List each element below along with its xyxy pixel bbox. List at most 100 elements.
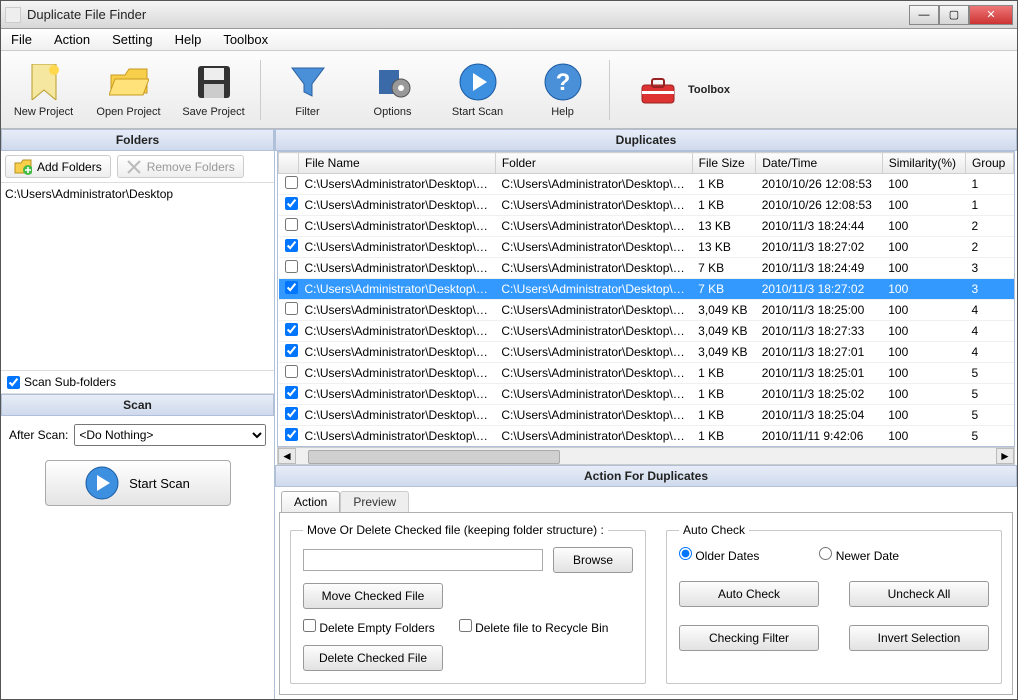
table-row[interactable]: C:\Users\Administrator\Desktop\co...C:\U… [279, 405, 1014, 426]
row-checkbox[interactable] [285, 197, 298, 210]
tool-options[interactable]: Options [350, 54, 435, 126]
cell-filesize: 13 KB [692, 216, 756, 237]
col-similarity[interactable]: Similarity(%) [882, 153, 965, 174]
table-row[interactable]: C:\Users\Administrator\Desktop\co...C:\U… [279, 426, 1014, 447]
button-label: Remove Folders [147, 160, 235, 174]
invert-selection-button[interactable]: Invert Selection [849, 625, 989, 651]
tool-toolbox[interactable]: Toolbox [614, 54, 754, 126]
browse-button[interactable]: Browse [553, 547, 633, 573]
scroll-left-icon[interactable]: ◄ [278, 448, 296, 464]
delete-recycle-checkbox[interactable] [459, 619, 472, 632]
cell-filename: C:\Users\Administrator\Desktop\ac... [299, 174, 496, 195]
minimize-button[interactable]: — [909, 5, 939, 25]
table-row[interactable]: C:\Users\Administrator\Desktop\co...C:\U… [279, 216, 1014, 237]
uncheck-all-button[interactable]: Uncheck All [849, 581, 989, 607]
menu-action[interactable]: Action [50, 30, 94, 49]
table-row[interactable]: C:\Users\Administrator\Desktop\co...C:\U… [279, 300, 1014, 321]
tool-label: Open Project [96, 106, 160, 118]
cell-group: 4 [965, 321, 1013, 342]
row-checkbox[interactable] [285, 344, 298, 357]
cell-group: 5 [965, 363, 1013, 384]
tool-save-project[interactable]: Save Project [171, 54, 256, 126]
row-checkbox[interactable] [285, 365, 298, 378]
col-datetime[interactable]: Date/Time [756, 153, 882, 174]
cell-folder: C:\Users\Administrator\Desktop\cod... [495, 363, 692, 384]
tool-label: New Project [14, 106, 73, 118]
menu-toolbox[interactable]: Toolbox [219, 30, 272, 49]
table-row[interactable]: C:\Users\Administrator\Desktop\co...C:\U… [279, 321, 1014, 342]
cell-filename: C:\Users\Administrator\Desktop\co... [299, 300, 496, 321]
newer-date-radio[interactable] [819, 547, 832, 560]
scan-header: Scan [1, 394, 274, 416]
tab-preview[interactable]: Preview [340, 491, 409, 512]
table-row[interactable]: C:\Users\Administrator\Desktop\co...C:\U… [279, 384, 1014, 405]
table-row[interactable]: C:\Users\Administrator\Desktop\co...C:\U… [279, 237, 1014, 258]
target-folder-input[interactable] [303, 549, 543, 571]
cell-filesize: 1 KB [692, 195, 756, 216]
table-row[interactable]: C:\Users\Administrator\Desktop\co...C:\U… [279, 258, 1014, 279]
auto-check-group: Auto Check Older Dates Newer Date Auto C… [666, 523, 1002, 684]
cell-similarity: 100 [882, 405, 965, 426]
row-checkbox[interactable] [285, 239, 298, 252]
delete-recycle-label: Delete file to Recycle Bin [459, 619, 609, 635]
cell-filename: C:\Users\Administrator\Desktop\co... [299, 237, 496, 258]
cell-group: 4 [965, 300, 1013, 321]
row-checkbox[interactable] [285, 428, 298, 441]
add-folders-button[interactable]: Add Folders [5, 155, 111, 178]
close-button[interactable]: ✕ [969, 5, 1013, 25]
tool-open-project[interactable]: Open Project [86, 54, 171, 126]
delete-checked-button[interactable]: Delete Checked File [303, 645, 443, 671]
toolbox-icon [638, 70, 678, 110]
cell-similarity: 100 [882, 384, 965, 405]
cell-filename: C:\Users\Administrator\Desktop\co... [299, 321, 496, 342]
folder-path[interactable]: C:\Users\Administrator\Desktop [5, 187, 270, 201]
row-checkbox[interactable] [285, 302, 298, 315]
table-row[interactable]: C:\Users\Administrator\Desktop\ac...C:\U… [279, 174, 1014, 195]
col-group[interactable]: Group [965, 153, 1013, 174]
older-dates-radio[interactable] [679, 547, 692, 560]
move-checked-button[interactable]: Move Checked File [303, 583, 443, 609]
row-checkbox[interactable] [285, 281, 298, 294]
col-folder[interactable]: Folder [495, 153, 692, 174]
tab-action[interactable]: Action [281, 491, 340, 512]
row-checkbox[interactable] [285, 218, 298, 231]
delete-empty-checkbox[interactable] [303, 619, 316, 632]
row-checkbox[interactable] [285, 260, 298, 273]
table-row[interactable]: C:\Users\Administrator\Desktop\co...C:\U… [279, 279, 1014, 300]
tool-new-project[interactable]: New Project [1, 54, 86, 126]
start-scan-button[interactable]: Start Scan [45, 460, 231, 506]
maximize-button[interactable]: ▢ [939, 5, 969, 25]
auto-check-button[interactable]: Auto Check [679, 581, 819, 607]
cell-filename: C:\Users\Administrator\Desktop\co... [299, 363, 496, 384]
scroll-right-icon[interactable]: ► [996, 448, 1014, 464]
scan-subfolders-checkbox[interactable] [7, 376, 20, 389]
horizontal-scrollbar[interactable]: ◄ ► [277, 447, 1015, 465]
checking-filter-button[interactable]: Checking Filter [679, 625, 819, 651]
table-row[interactable]: C:\Users\Administrator\Desktop\ac...C:\U… [279, 195, 1014, 216]
tool-filter[interactable]: Filter [265, 54, 350, 126]
menu-file[interactable]: File [7, 30, 36, 49]
table-row[interactable]: C:\Users\Administrator\Desktop\co...C:\U… [279, 342, 1014, 363]
tool-label: Options [374, 106, 412, 118]
folder-list[interactable]: C:\Users\Administrator\Desktop [1, 183, 274, 371]
cell-similarity: 100 [882, 279, 965, 300]
row-checkbox[interactable] [285, 176, 298, 189]
table-row[interactable]: C:\Users\Administrator\Desktop\co...C:\U… [279, 363, 1014, 384]
col-filesize[interactable]: File Size [692, 153, 756, 174]
menu-help[interactable]: Help [171, 30, 206, 49]
row-checkbox[interactable] [285, 386, 298, 399]
row-checkbox[interactable] [285, 323, 298, 336]
after-scan-select[interactable]: <Do Nothing> [74, 424, 266, 446]
menu-setting[interactable]: Setting [108, 30, 156, 49]
row-checkbox[interactable] [285, 407, 298, 420]
remove-folders-button[interactable]: Remove Folders [117, 155, 244, 178]
cell-folder: C:\Users\Administrator\Desktop\cod... [495, 279, 692, 300]
cell-similarity: 100 [882, 321, 965, 342]
col-check[interactable] [279, 153, 299, 174]
col-filename[interactable]: File Name [299, 153, 496, 174]
right-panel: Duplicates File Name Folder File Size Da… [275, 129, 1017, 699]
cell-folder: C:\Users\Administrator\Desktop\cod... [495, 384, 692, 405]
tool-start-scan[interactable]: Start Scan [435, 54, 520, 126]
duplicates-table[interactable]: File Name Folder File Size Date/Time Sim… [277, 151, 1015, 447]
tool-help[interactable]: ? Help [520, 54, 605, 126]
